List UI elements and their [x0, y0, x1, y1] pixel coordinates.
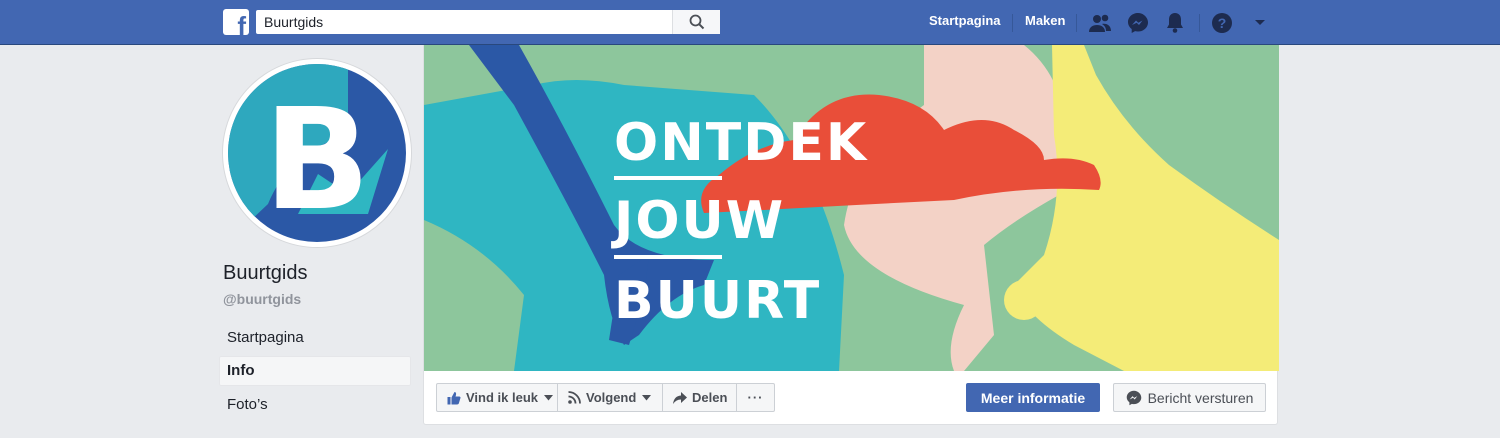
buurtgids-logo: B: [228, 64, 406, 242]
logo-letter: f: [237, 11, 246, 35]
cover-divider: [614, 255, 722, 259]
rss-icon: [568, 391, 581, 404]
share-button[interactable]: Delen: [662, 383, 737, 412]
cover-line-1: ONTDEK: [614, 113, 869, 173]
page-header-card: ONTDEK JOUW BUURT Vind ik leuk Volgend D…: [423, 45, 1279, 425]
follow-label: Volgend: [586, 390, 637, 405]
cover-line-3: BUURT: [614, 271, 822, 331]
chevron-down-icon: [642, 394, 652, 401]
facebook-logo[interactable]: f: [223, 9, 249, 35]
like-button[interactable]: Vind ik leuk: [436, 383, 558, 412]
page-profile-picture[interactable]: B: [223, 59, 411, 247]
nav-divider: [1012, 14, 1013, 32]
page-name[interactable]: Buurtgids: [223, 262, 308, 285]
friends-icon[interactable]: [1088, 11, 1112, 35]
like-label: Vind ik leuk: [466, 390, 539, 405]
cover-illustration: [424, 45, 1279, 371]
follow-button[interactable]: Volgend: [557, 383, 663, 412]
cover-photo[interactable]: ONTDEK JOUW BUURT: [424, 45, 1279, 371]
search-icon: [689, 14, 704, 30]
cover-line-2: JOUW: [614, 191, 786, 251]
search-box: [256, 10, 720, 34]
send-message-button[interactable]: Bericht versturen: [1113, 383, 1266, 412]
cover-divider: [614, 176, 722, 180]
messenger-icon: [1126, 390, 1141, 405]
nav-home-link[interactable]: Startpagina: [929, 13, 1001, 28]
search-button[interactable]: [672, 10, 720, 34]
share-label: Delen: [692, 390, 728, 405]
thumbs-up-icon: [447, 391, 461, 405]
more-info-label: Meer informatie: [980, 389, 1086, 406]
send-message-label: Bericht versturen: [1147, 389, 1254, 406]
top-navigation-bar: f Startpagina Maken ?: [0, 0, 1500, 45]
sidebar-item-info[interactable]: Info: [219, 356, 411, 386]
chevron-down-icon: [544, 394, 554, 401]
search-input[interactable]: [256, 10, 671, 34]
svg-text:?: ?: [1218, 15, 1227, 31]
nav-create-link[interactable]: Maken: [1025, 13, 1065, 28]
account-caret-icon[interactable]: [1248, 11, 1272, 35]
messenger-icon[interactable]: [1126, 11, 1150, 35]
help-icon[interactable]: ?: [1210, 11, 1234, 35]
sidebar-item-photos[interactable]: Foto’s: [219, 390, 411, 420]
sidebar-item-home[interactable]: Startpagina: [219, 323, 411, 353]
share-arrow-icon: [673, 391, 687, 404]
more-info-button[interactable]: Meer informatie: [966, 383, 1100, 412]
avatar-letter: B: [264, 79, 371, 242]
nav-divider: [1199, 14, 1200, 32]
nav-divider: [1076, 14, 1077, 32]
page-handle[interactable]: @buurtgids: [223, 291, 301, 307]
more-options-button[interactable]: ···: [736, 383, 775, 412]
notifications-icon[interactable]: [1163, 11, 1187, 35]
more-options-label: ···: [747, 390, 764, 405]
